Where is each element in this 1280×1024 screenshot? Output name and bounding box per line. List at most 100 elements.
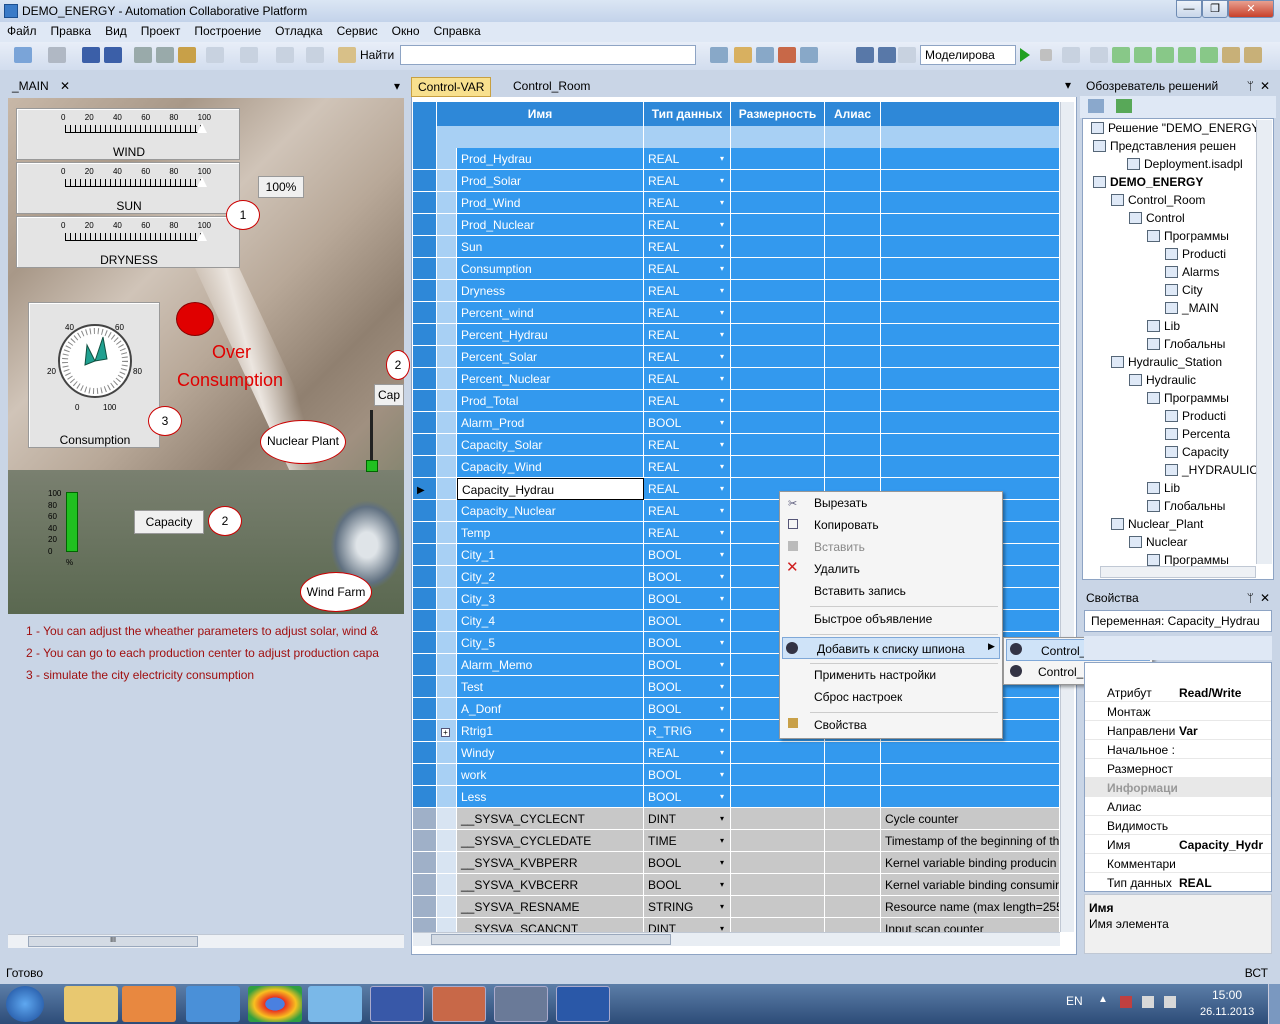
cell-type[interactable]: BOOL ▾ bbox=[644, 852, 731, 874]
cell-name[interactable]: Capacity_Wind bbox=[457, 456, 644, 478]
cell-type[interactable]: REAL ▾ bbox=[644, 434, 731, 456]
tree-node[interactable]: Представления решен bbox=[1093, 139, 1236, 153]
main-tab[interactable]: _MAIN bbox=[12, 79, 49, 93]
cell-name[interactable]: Prod_Solar bbox=[457, 170, 644, 192]
cell-alias[interactable] bbox=[825, 786, 881, 808]
explorer-icon[interactable] bbox=[64, 986, 118, 1022]
cell-comment[interactable] bbox=[881, 456, 1060, 478]
col-type-header[interactable]: Тип данных bbox=[644, 102, 731, 126]
cell-dimension[interactable] bbox=[731, 852, 825, 874]
ctx-cut[interactable]: Вырезать bbox=[780, 492, 1002, 514]
property-row[interactable]: Направлени Var bbox=[1085, 721, 1271, 740]
save-icon[interactable] bbox=[82, 47, 100, 63]
property-row[interactable]: Видимость bbox=[1085, 816, 1271, 835]
row-expander[interactable] bbox=[437, 566, 457, 588]
cell-comment[interactable] bbox=[881, 170, 1060, 192]
cell-comment[interactable]: Kernel variable binding consumir bbox=[881, 874, 1060, 896]
mode-select[interactable]: Моделирова bbox=[920, 45, 1016, 65]
ctx-paste[interactable]: Вставить bbox=[780, 536, 1002, 558]
cell-name[interactable]: Dryness bbox=[457, 280, 644, 302]
row-expander[interactable] bbox=[437, 280, 457, 302]
row-expander[interactable] bbox=[437, 500, 457, 522]
cell-alias[interactable] bbox=[825, 390, 881, 412]
cell-alias[interactable] bbox=[825, 236, 881, 258]
grid-view-icon[interactable] bbox=[878, 47, 896, 63]
property-row[interactable]: Монтаж bbox=[1085, 702, 1271, 721]
row-selector[interactable] bbox=[413, 324, 437, 346]
cell-comment[interactable]: Input scan counter bbox=[881, 918, 1060, 932]
percent-button[interactable]: 100% bbox=[258, 176, 304, 198]
cell-comment[interactable] bbox=[881, 368, 1060, 390]
row-selector[interactable] bbox=[413, 522, 437, 544]
table-row[interactable]: Prod_Nuclear REAL ▾ bbox=[413, 214, 1060, 236]
cell-comment[interactable] bbox=[881, 412, 1060, 434]
menu-tools[interactable]: Сервис bbox=[330, 22, 385, 40]
table-row[interactable]: __SYSVA_CYCLECNT DINT ▾ Cycle counter bbox=[413, 808, 1060, 830]
cell-dimension[interactable] bbox=[731, 896, 825, 918]
tree-node[interactable]: Программы bbox=[1147, 229, 1229, 243]
cell-alias[interactable] bbox=[825, 434, 881, 456]
cell-name[interactable]: Temp bbox=[457, 522, 644, 544]
tab-control-var[interactable]: Control-VAR bbox=[411, 77, 492, 97]
cell-alias[interactable] bbox=[825, 896, 881, 918]
table-row[interactable]: Prod_Total REAL ▾ bbox=[413, 390, 1060, 412]
language-indicator[interactable]: EN bbox=[1066, 994, 1083, 1008]
cell-comment[interactable] bbox=[881, 390, 1060, 412]
cell-name[interactable]: Percent_Nuclear bbox=[457, 368, 644, 390]
menu-window[interactable]: Окно bbox=[385, 22, 427, 40]
refresh-icon[interactable] bbox=[1116, 99, 1132, 113]
row-expander[interactable] bbox=[437, 830, 457, 852]
table-row[interactable]: Dryness REAL ▾ bbox=[413, 280, 1060, 302]
property-row[interactable]: Размерност bbox=[1085, 759, 1271, 778]
table-row[interactable]: Capacity_Solar REAL ▾ bbox=[413, 434, 1060, 456]
paste-icon[interactable] bbox=[178, 47, 196, 63]
cell-type[interactable]: BOOL ▾ bbox=[644, 654, 731, 676]
clock-time[interactable]: 15:00 bbox=[1212, 988, 1242, 1002]
filter-dim[interactable] bbox=[731, 126, 825, 148]
tree-node[interactable]: Lib bbox=[1147, 481, 1180, 495]
dryness-slider-thumb[interactable] bbox=[197, 231, 207, 241]
sun-slider-thumb[interactable] bbox=[197, 177, 207, 187]
ctx-apply-settings[interactable]: Применить настройки bbox=[780, 664, 1002, 686]
close-button[interactable]: ✕ bbox=[1228, 0, 1274, 18]
cell-name[interactable]: Consumption bbox=[457, 258, 644, 280]
step-over-icon[interactable] bbox=[1090, 47, 1108, 63]
row-expander[interactable] bbox=[437, 632, 457, 654]
cell-dimension[interactable] bbox=[731, 236, 825, 258]
wind-slider-thumb[interactable] bbox=[197, 123, 207, 133]
row-selector[interactable] bbox=[413, 852, 437, 874]
cell-comment[interactable] bbox=[881, 764, 1060, 786]
row-selector[interactable] bbox=[413, 786, 437, 808]
table-row[interactable]: Less BOOL ▾ bbox=[413, 786, 1060, 808]
table-row[interactable]: __SYSVA_SCANCNT DINT ▾ Input scan counter bbox=[413, 918, 1060, 932]
tree-node[interactable]: Capacity bbox=[1165, 445, 1229, 459]
find-input[interactable] bbox=[400, 45, 696, 65]
tree-node[interactable]: Control_Room bbox=[1111, 193, 1205, 207]
property-row[interactable]: Атрибут Read/Write bbox=[1085, 683, 1271, 702]
row-selector[interactable] bbox=[413, 456, 437, 478]
cell-alias[interactable] bbox=[825, 214, 881, 236]
row-expander[interactable] bbox=[437, 808, 457, 830]
cell-type[interactable]: BOOL ▾ bbox=[644, 566, 731, 588]
pin-icon[interactable]: ᛘ bbox=[1247, 79, 1254, 93]
cell-type[interactable]: REAL ▾ bbox=[644, 258, 731, 280]
monitor-icon[interactable] bbox=[1222, 47, 1240, 63]
cell-type[interactable]: TIME ▾ bbox=[644, 830, 731, 852]
table-row[interactable]: Consumption REAL ▾ bbox=[413, 258, 1060, 280]
row-expander[interactable] bbox=[437, 874, 457, 896]
cell-name[interactable]: work bbox=[457, 764, 644, 786]
row-expander[interactable] bbox=[437, 346, 457, 368]
cell-alias[interactable] bbox=[825, 412, 881, 434]
cell-name[interactable]: City_1 bbox=[457, 544, 644, 566]
cell-dimension[interactable] bbox=[731, 742, 825, 764]
properties-icon[interactable] bbox=[756, 47, 774, 63]
menu-view[interactable]: Вид bbox=[98, 22, 134, 40]
row-expander[interactable] bbox=[437, 742, 457, 764]
row-selector[interactable] bbox=[413, 280, 437, 302]
cell-dimension[interactable] bbox=[731, 434, 825, 456]
show-desktop-button[interactable] bbox=[1268, 984, 1280, 1024]
cell-comment[interactable] bbox=[881, 302, 1060, 324]
cell-alias[interactable] bbox=[825, 170, 881, 192]
row-selector[interactable] bbox=[413, 214, 437, 236]
dryness-gauge[interactable]: 0 20 40 60 80 100 DRYNESS bbox=[16, 216, 240, 268]
